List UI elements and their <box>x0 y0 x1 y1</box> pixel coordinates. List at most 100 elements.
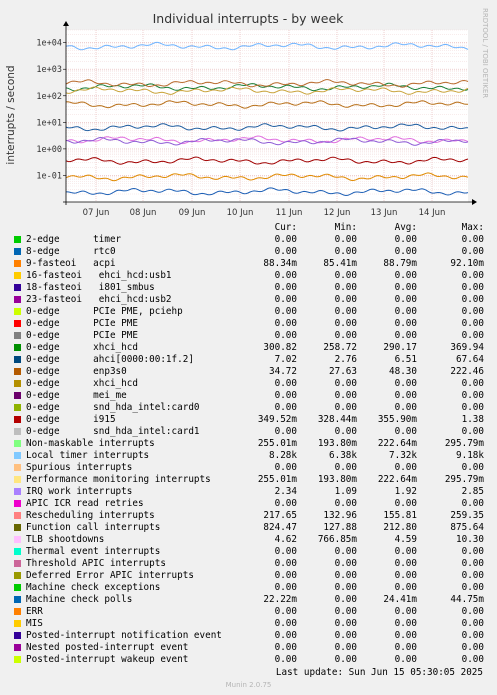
legend-cur-value: 824.47 <box>263 522 297 533</box>
legend-min-value: 0.00 <box>334 246 357 257</box>
legend-max-value: 875.64 <box>450 522 484 533</box>
x-tick-label: 08 Jun <box>130 208 157 218</box>
legend-cur-value: 0.00 <box>274 570 297 581</box>
legend-avg-value: 0.00 <box>394 306 417 317</box>
legend-row: Posted-interrupt wakeup event 0.00 0.00 0.0… <box>0 654 497 666</box>
legend-row: Function call interrupts 824.47 127.88 212.… <box>0 522 497 534</box>
legend-label: MIS <box>26 618 43 629</box>
legend-max-value: 0.00 <box>461 246 484 257</box>
legend-avg-value: 0.00 <box>394 630 417 641</box>
header-avg: Avg: <box>394 222 417 233</box>
legend-min-value: 2.76 <box>334 354 357 365</box>
legend-row: IRQ work interrupts 2.34 1.09 1.92 2.85 <box>0 486 497 498</box>
legend-cur-value: 0.00 <box>274 318 297 329</box>
legend-min-value: 0.00 <box>334 306 357 317</box>
legend-avg-value: 0.00 <box>394 582 417 593</box>
legend-label: 0-edge snd_hda_intel:card1 <box>26 426 200 437</box>
legend-cur-value: 8.28k <box>269 450 297 461</box>
legend-label: 0-edge enp3s0 <box>26 366 127 377</box>
legend-cur-value: 4.62 <box>274 534 297 545</box>
legend-avg-value: 0.00 <box>394 558 417 569</box>
legend-min-value: 0.00 <box>334 402 357 413</box>
legend-max-value: 0.00 <box>461 546 484 557</box>
legend-color-swatch <box>14 596 21 603</box>
legend-color-swatch <box>14 620 21 627</box>
legend-row: Non-maskable interrupts 255.01m 193.80m 222… <box>0 438 497 450</box>
legend-avg-value: 0.00 <box>394 270 417 281</box>
legend-avg-value: 0.00 <box>394 330 417 341</box>
legend-max-value: 0.00 <box>461 390 484 401</box>
legend-max-value: 0.00 <box>461 294 484 305</box>
legend-max-value: 2.85 <box>461 486 484 497</box>
legend-label: ERR <box>26 606 43 617</box>
legend-cur-value: 255.01m <box>257 438 297 449</box>
legend-row: Threshold APIC interrupts 0.00 0.00 0.00 0.0… <box>0 558 497 570</box>
legend-max-value: 9.18k <box>456 450 484 461</box>
legend-avg-value: 6.51 <box>394 354 417 365</box>
legend-row: Posted-interrupt notification event 0.00 0… <box>0 630 497 642</box>
legend-row: 0-edge PCIe PME, pciehp 0.00 0.00 0.00 0.00 <box>0 306 497 318</box>
legend-min-value: 0.00 <box>334 390 357 401</box>
legend-cur-value: 0.00 <box>274 378 297 389</box>
legend-min-value: 0.00 <box>334 630 357 641</box>
legend-label: Deferred Error APIC interrupts <box>26 570 194 581</box>
legend-row: 0-edge xhci_hcd 300.82 258.72 290.17 369.94 <box>0 342 497 354</box>
legend-color-swatch <box>14 320 21 327</box>
legend-avg-value: 0.00 <box>394 390 417 401</box>
legend-avg-value: 290.17 <box>383 342 417 353</box>
y-axis-label: interrupts / second <box>5 65 17 164</box>
legend-max-value: 295.79m <box>444 474 484 485</box>
legend-label: 23-fasteoi ehci_hcd:usb2 <box>26 294 172 305</box>
legend-row: Nested posted-interrupt event 0.00 0.00 0.0… <box>0 642 497 654</box>
legend-max-value: 0.00 <box>461 378 484 389</box>
legend-cur-value: 0.00 <box>274 606 297 617</box>
legend-max-value: 0.00 <box>461 582 484 593</box>
legend-label: 0-edge mei_me <box>26 390 127 401</box>
legend-cur-value: 217.65 <box>263 510 297 521</box>
legend-min-value: 0.00 <box>334 642 357 653</box>
legend-min-value: 0.00 <box>334 498 357 509</box>
legend-color-swatch <box>14 608 21 615</box>
legend-max-value: 0.00 <box>461 306 484 317</box>
legend-min-value: 766.85m <box>317 534 357 545</box>
legend-label: 0-edge xhci_hcd <box>26 378 138 389</box>
legend-color-swatch <box>14 236 21 243</box>
legend-color-swatch <box>14 368 21 375</box>
legend-avg-value: 0.00 <box>394 546 417 557</box>
legend-cur-value: 0.00 <box>274 582 297 593</box>
legend-avg-value: 0.00 <box>394 606 417 617</box>
legend-cur-value: 0.00 <box>274 246 297 257</box>
legend-label: Performance monitoring interrupts <box>26 474 211 485</box>
legend-color-swatch <box>14 260 21 267</box>
y-tick-label: 1e+00 <box>36 145 62 155</box>
legend-cur-value: 0.00 <box>274 282 297 293</box>
legend-min-value: 0.00 <box>334 294 357 305</box>
legend-row: 8-edge rtc0 0.00 0.00 0.00 0.00 <box>0 246 497 258</box>
legend-min-value: 127.88 <box>323 522 357 533</box>
x-tick-label: 12 Jun <box>324 208 351 218</box>
y-tick-label: 1e+02 <box>36 92 62 102</box>
legend-color-swatch <box>14 584 21 591</box>
legend-min-value: 6.38k <box>329 450 357 461</box>
legend-max-value: 0.00 <box>461 654 484 665</box>
legend-label: Nested posted-interrupt event <box>26 642 189 653</box>
legend-max-value: 295.79m <box>444 438 484 449</box>
legend-avg-value: 48.30 <box>389 366 417 377</box>
legend-avg-value: 0.00 <box>394 402 417 413</box>
legend-row: Spurious interrupts 0.00 0.00 0.00 0.00 <box>0 462 497 474</box>
legend-max-value: 0.00 <box>461 330 484 341</box>
legend-min-value: 0.00 <box>334 594 357 605</box>
legend-max-value: 0.00 <box>461 282 484 293</box>
legend-label: 16-fasteoi ehci_hcd:usb1 <box>26 270 172 281</box>
legend-max-value: 0.00 <box>461 606 484 617</box>
legend-color-swatch <box>14 500 21 507</box>
legend-row: 0-edge PCIe PME 0.00 0.00 0.00 0.00 <box>0 318 497 330</box>
x-axis-arrow <box>472 199 477 205</box>
legend-avg-value: 155.81 <box>383 510 417 521</box>
legend-avg-value: 88.79m <box>383 258 417 269</box>
header-max: Max: <box>461 222 484 233</box>
legend-label: 0-edge snd_hda_intel:card0 <box>26 402 200 413</box>
legend-color-swatch <box>14 572 21 579</box>
legend-color-swatch <box>14 452 21 459</box>
legend-cur-value: 2.34 <box>274 486 297 497</box>
